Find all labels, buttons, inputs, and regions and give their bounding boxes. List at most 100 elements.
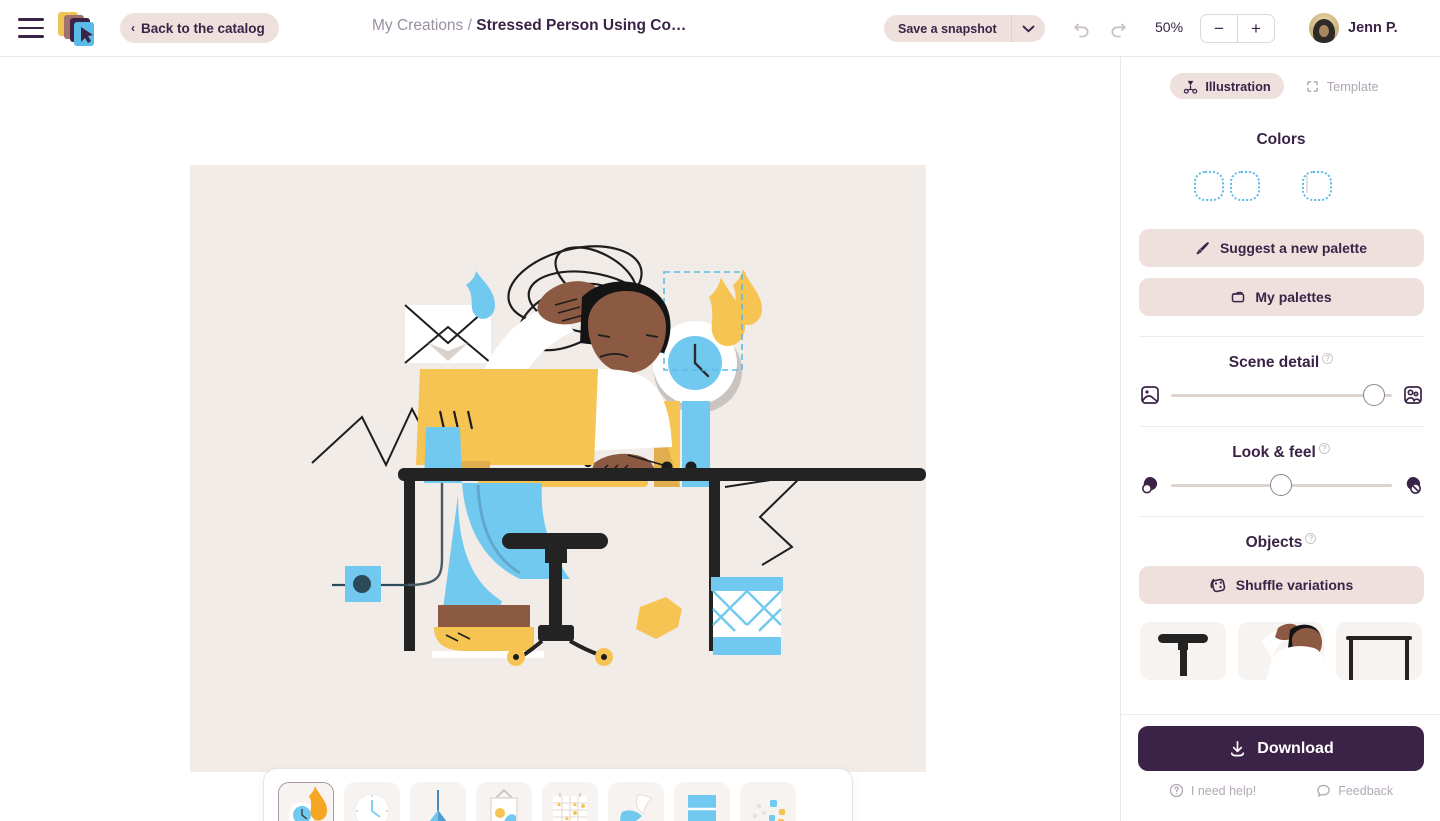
breadcrumb-current-title: Stressed Person Using Co… [476,17,687,34]
picture-frame-thumb[interactable] [476,782,532,821]
breadcrumb: My Creations / Stressed Person Using Co… [372,17,686,35]
swatch-wrap-2 [1230,171,1260,201]
redo-button[interactable] [1108,19,1128,39]
confetti-dots-thumb[interactable] [740,782,796,821]
back-to-catalog-label: Back to the catalog [141,20,265,36]
pendant-lamp-thumb[interactable] [410,782,466,821]
download-icon [1228,739,1247,758]
undo-arrow-icon [1074,23,1089,38]
tab-illustration-label: Illustration [1205,78,1271,94]
object-variation-strip [263,768,853,821]
question-mark-icon-objects[interactable]: ? [1305,533,1317,545]
question-mark-icon-look[interactable]: ? [1318,443,1330,455]
look-and-feel-track[interactable] [1170,474,1392,497]
download-button[interactable]: Download [1138,726,1424,771]
zoom-out-button[interactable]: − [1201,15,1238,42]
sidebar-footer: Download I need help! Feedback [1121,714,1440,821]
look-and-feel-slider-row [1139,474,1424,497]
wall-calendar-thumb[interactable] [542,782,598,821]
waste-basket-object [711,577,783,655]
swatch-wrap-4 [1302,171,1332,201]
avatar [1309,13,1339,43]
scene-detail-title: Scene detail? [1121,353,1440,372]
zoom-controls: − + [1200,14,1275,43]
my-palettes-label: My palettes [1255,289,1332,305]
tab-template-label: Template [1326,78,1379,94]
undo-button[interactable] [1072,19,1092,39]
wall-clock-thumb[interactable] [344,782,400,821]
swatch-wrap-3 [1266,171,1296,201]
feedback-link[interactable]: Feedback [1316,783,1393,798]
objects-label: Objects [1245,534,1303,552]
burning-clock-object [653,269,763,413]
swatch-wrap-1 [1194,171,1224,201]
monitor-object [416,369,598,483]
single-image-icon [1139,384,1161,406]
objects-title: Objects? [1121,533,1440,552]
snapshot-dropdown-button[interactable] [1010,15,1045,42]
desk-variation[interactable] [1336,622,1422,681]
scene-detail-label: Scene detail [1228,354,1320,372]
burning-clock-thumb[interactable] [278,782,334,821]
scene-detail-track[interactable] [1170,384,1392,407]
color-swatch-white[interactable] [1306,174,1308,193]
feedback-label: Feedback [1338,783,1394,798]
hamburger-menu-icon[interactable] [18,18,44,38]
colors-section-title: Colors [1121,131,1440,149]
sidebar-scroll-region[interactable]: Illustration Template Colors Suggest a n… [1121,57,1440,714]
swatch-wrap-5 [1338,171,1368,201]
sidebar-tabs: Illustration Template [1121,57,1440,99]
tab-template[interactable]: Template [1292,73,1392,99]
folder-icon [1230,289,1246,305]
speech-bubble-icon [1316,783,1331,798]
need-help-link[interactable]: I need help! [1169,783,1256,798]
shuffle-variations-button[interactable]: Shuffle variations [1138,566,1424,605]
save-snapshot-button[interactable]: Save a snapshot [884,15,1011,42]
paper-sheets-thumb[interactable] [608,782,664,821]
right-sidebar: Illustration Template Colors Suggest a n… [1120,57,1440,821]
divider-2 [1138,426,1424,428]
artboard[interactable] [190,165,926,772]
save-snapshot-group: Save a snapshot [884,15,1045,42]
download-label: Download [1257,739,1334,757]
object-variation-cards [1121,622,1440,681]
user-menu[interactable]: Jenn P. [1309,13,1398,43]
suggest-new-palette-button[interactable]: Suggest a new palette [1138,229,1424,267]
chevron-left-icon: ‹ [131,21,135,35]
footer-links: I need help! Feedback [1121,783,1440,798]
need-help-label: I need help! [1190,783,1257,798]
breadcrumb-parent[interactable]: My Creations [372,17,463,34]
back-to-catalog-button[interactable]: ‹ Back to the catalog [120,13,279,43]
breadcrumb-separator: / [467,17,472,34]
scene-detail-slider-row [1139,384,1424,407]
illustration-stressed-person-using-computer[interactable] [190,165,926,772]
zoom-in-button[interactable]: + [1238,15,1274,42]
outlined-blob-icon [1402,474,1424,496]
window-thumb[interactable] [674,782,730,821]
template-frame-icon [1305,79,1320,94]
user-name-label: Jenn P. [1348,20,1398,36]
question-circle-icon [1169,783,1184,798]
shoes-object [432,605,544,658]
multi-image-people-icon [1402,384,1424,406]
stressed-person-variation[interactable] [1238,622,1324,681]
illustration-node-icon [1183,79,1198,94]
look-and-feel-title: Look & feel? [1121,443,1440,462]
cursor-arrow-icon [80,26,94,44]
divider-3 [1138,516,1424,518]
redo-arrow-icon [1111,23,1126,38]
divider-1 [1138,336,1424,337]
office-chair-variation[interactable] [1140,622,1226,681]
editor-window: ‹ Back to the catalog My Creations / Str… [0,0,1440,821]
tab-illustration[interactable]: Illustration [1170,73,1284,99]
look-and-feel-label: Look & feel [1232,444,1316,462]
scene-detail-thumb[interactable] [1362,384,1385,407]
brand-logo[interactable] [58,8,102,48]
canvas-area[interactable] [0,57,1120,821]
question-mark-icon-scene[interactable]: ? [1322,353,1334,364]
dice-shuffle-icon [1209,576,1227,594]
look-and-feel-thumb[interactable] [1270,474,1292,497]
brush-icon [1195,240,1211,256]
shuffle-variations-label: Shuffle variations [1235,577,1354,594]
my-palettes-button[interactable]: My palettes [1138,278,1424,316]
